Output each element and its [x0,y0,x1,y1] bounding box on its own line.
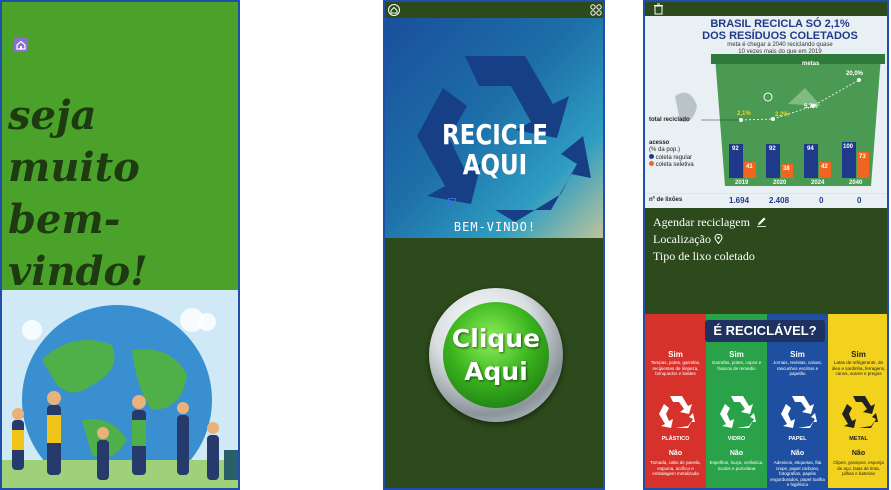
nao-text: Adesivos, etiquetas, fita crepe, papel c… [770,460,825,487]
menu-item-agendar[interactable]: Agendar reciclagem [653,214,767,231]
trash-icon[interactable] [653,3,664,15]
clique-aqui-button-face[interactable]: Clique Aqui [443,302,549,408]
top-bar [645,2,887,16]
year-2040: 2040 [849,180,863,186]
welcome-screen: seja muito bem-vindo! [0,0,240,490]
seletiva-2024: 42 [821,164,828,170]
e-reciclavel-poster: Sim Tampas, potes, garrafas, recipientes… [645,314,887,488]
recicle-home-screen: RECICLE AQUI BEM-VINDO! Clique Aqui [383,0,605,490]
recicle-line-2: AQUI [462,148,528,181]
welcome-line-2: bem-vindo! [8,196,148,295]
lixoes-2040: 0 [857,196,862,205]
nao-label: Não [729,450,744,457]
vidro-label: VIDRO [727,436,746,442]
nao-text: Clipes, grampos, esponja de aço, latas d… [833,460,884,476]
main-menu: Agendar reciclagem Localização Tipo de l… [653,214,767,265]
year-2019: 2019 [735,180,749,186]
recycle-banner: RECICLE AQUI BEM-VINDO! [385,18,603,238]
e-reciclavel-title: É RECICLÁVEL? [705,320,825,342]
recicle-line-1: RECICLE [442,118,548,151]
recycle-icon [781,396,817,428]
clique-line-2: Aqui [464,357,528,386]
location-pin-icon [714,233,723,245]
nao-text: Espelhos, louça, cerâmica, óculos e porc… [709,460,764,471]
seletiva-2020: 38 [783,166,790,172]
earth-illustration-graphic [2,305,238,488]
nao-text: Tomada, cabo de panela, espuma, acrílico… [650,460,701,476]
cursor-marker [448,198,456,208]
welcome-heading: seja muito bem-vindo! [8,90,238,298]
regular-2020: 92 [769,146,776,152]
menu-item-tipo[interactable]: Tipo de lixo coletado [653,248,767,265]
sim-text: Latas de refrigerante, de óleo e sardinh… [831,360,886,376]
nao-label: Não [668,450,683,457]
menu-item-localizacao[interactable]: Localização [653,231,767,248]
regular-2019: 92 [732,146,739,152]
sim-label: Sim [851,350,866,359]
lixoes-2024: 0 [819,196,824,205]
recycle-icon [842,396,878,428]
papel-label: PAPEL [788,436,807,442]
seletiva-2040: 73 [859,154,866,160]
sim-label: Sim [729,350,744,359]
year-2020: 2020 [773,180,787,186]
lixoes-2020: 2.408 [769,196,790,205]
welcome-line-1: seja muito [8,92,140,191]
sim-text: Jornais, revistas, caixas, rascunhos esc… [772,360,823,376]
bem-vindo-text: BEM-VINDO! [453,220,537,234]
sim-text: Tampas, potes, garrafas, recipientes de … [650,360,701,376]
metal-label: METAL [849,436,868,442]
menu-item-localizacao-label: Localização [653,232,711,246]
home-icon[interactable] [388,4,400,16]
nao-label: Não [790,450,805,457]
recicle-aqui-text: RECICLE AQUI [405,120,585,180]
seletiva-2019: 41 [746,164,753,170]
recycle-icon [659,396,695,428]
year-2024: 2024 [811,180,825,186]
grid-icon[interactable] [590,4,602,16]
sim-label: Sim [790,350,805,359]
recycling-infographic: BRASIL RECICLA SÓ 2,1% DOS RESÍDUOS COLE… [645,16,887,208]
menu-item-agendar-label: Agendar reciclagem [653,215,750,229]
clique-aqui-button[interactable]: Clique Aqui [429,288,563,422]
clique-aqui-label: Clique Aqui [443,322,549,388]
regular-2024: 94 [807,146,814,152]
menu-screen: BRASIL RECICLA SÓ 2,1% DOS RESÍDUOS COLE… [643,0,889,490]
sim-label: Sim [668,350,683,359]
plastico-label: PLÁSTICO [661,436,690,442]
pencil-icon [756,217,766,227]
lixoes-2019: 1.694 [729,196,750,205]
nao-label: Não [851,450,866,457]
column-plastico: Sim Tampas, potes, garrafas, recipientes… [645,314,706,488]
home-icon[interactable] [14,38,28,52]
column-metal: Sim Latas de refrigerante, de óleo e sar… [828,314,887,488]
menu-item-tipo-label: Tipo de lixo coletado [653,249,755,263]
lixoes-label: nº de lixões [649,197,683,203]
recycle-icon [720,396,756,428]
sim-text: Garrafas, potes, copos e frascos de remé… [711,360,762,371]
clique-line-1: Clique [451,324,541,353]
regular-2040: 100 [843,144,854,150]
top-bar [385,2,603,18]
earth-people-illustration [2,290,238,488]
